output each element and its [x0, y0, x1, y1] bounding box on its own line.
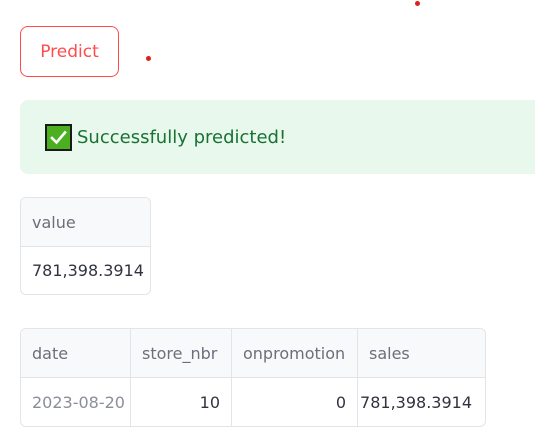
table-header-row: date store_nbr onpromotion sales [21, 329, 485, 377]
success-alert: Successfully predicted! [20, 100, 535, 174]
success-message: Successfully predicted! [77, 126, 287, 148]
status-dot [146, 56, 151, 61]
cell-sales[interactable]: 781,398.3914 [357, 378, 483, 426]
prediction-table: date store_nbr onpromotion sales 2023-08… [20, 328, 486, 427]
cell-onpromotion[interactable]: 0 [231, 378, 357, 426]
column-header-store-nbr[interactable]: store_nbr [130, 329, 231, 377]
predict-button[interactable]: Predict [20, 26, 119, 77]
cell-date[interactable]: 2023-08-20 [21, 378, 130, 426]
value-table: value 781,398.3914 [20, 197, 151, 295]
check-mark-icon [45, 123, 72, 151]
column-header-sales[interactable]: sales [357, 329, 483, 377]
cell-store-nbr[interactable]: 10 [130, 378, 231, 426]
cell-value[interactable]: 781,398.3914 [21, 247, 149, 294]
table-row: 781,398.3914 [21, 246, 150, 294]
column-header-onpromotion[interactable]: onpromotion [231, 329, 357, 377]
status-dot [415, 1, 420, 6]
table-header-row: value [21, 198, 150, 246]
table-row: 2023-08-20 10 0 781,398.3914 [21, 377, 485, 426]
column-header-value[interactable]: value [21, 198, 149, 246]
column-header-date[interactable]: date [21, 329, 130, 377]
